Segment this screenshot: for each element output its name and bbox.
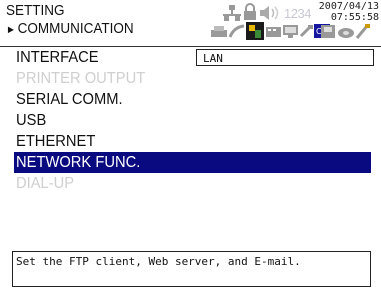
help-description: Set the FTP client, Web server, and E-ma… xyxy=(12,251,371,287)
menu-item-network-func[interactable]: NETWORK FUNC. xyxy=(14,152,371,173)
usb-icon xyxy=(299,24,313,38)
menu-item-label: SERIAL COMM. xyxy=(16,91,123,108)
menu-item-label: INTERFACE xyxy=(16,49,99,66)
media-icon xyxy=(321,25,335,38)
menu-item-label: NETWORK FUNC. xyxy=(16,154,141,171)
menu-item-interface[interactable]: INTERFACE xyxy=(16,47,106,68)
serial-cable-icon xyxy=(228,24,245,38)
lock-icon xyxy=(244,3,256,20)
clock: 2007/04/13 07:55:58 xyxy=(319,1,379,23)
status-bar: 1234 CF xyxy=(210,1,330,41)
disk-icon xyxy=(338,28,354,38)
subtitle-text: COMMUNICATION xyxy=(17,20,134,37)
menu-item-label: PRINTER OUTPUT xyxy=(16,70,146,87)
ethernet-port-icon xyxy=(246,22,264,40)
menu-item-ethernet[interactable]: ETHERNET xyxy=(16,131,102,152)
arrow-icon: ► xyxy=(6,24,16,36)
menu-item-serial-comm[interactable]: SERIAL COMM. xyxy=(16,89,132,110)
sound-icon xyxy=(260,6,279,20)
menu-item-label: ETHERNET xyxy=(16,133,96,150)
keyboard-icon xyxy=(266,27,281,37)
time-text: 07:55:58 xyxy=(330,12,379,23)
page-title: SETTING xyxy=(6,2,65,19)
status-number: 1234 xyxy=(284,6,311,21)
page-subtitle: ► COMMUNICATION xyxy=(6,20,134,39)
menu-item-printer-output: PRINTER OUTPUT xyxy=(16,68,156,89)
menu-item-usb[interactable]: USB xyxy=(16,110,49,131)
network-icon xyxy=(223,5,241,21)
monitor-icon xyxy=(283,25,298,38)
menu-item-label: DIAL-UP xyxy=(16,175,75,192)
menu-item-dial-up: DIAL-UP xyxy=(16,173,79,194)
printer-icon xyxy=(211,26,227,37)
brush-icon xyxy=(355,24,370,39)
menu-item-label: USB xyxy=(16,112,47,129)
date-text: 2007/04/13 xyxy=(318,1,379,12)
interface-value-field[interactable]: LAN xyxy=(196,49,374,66)
